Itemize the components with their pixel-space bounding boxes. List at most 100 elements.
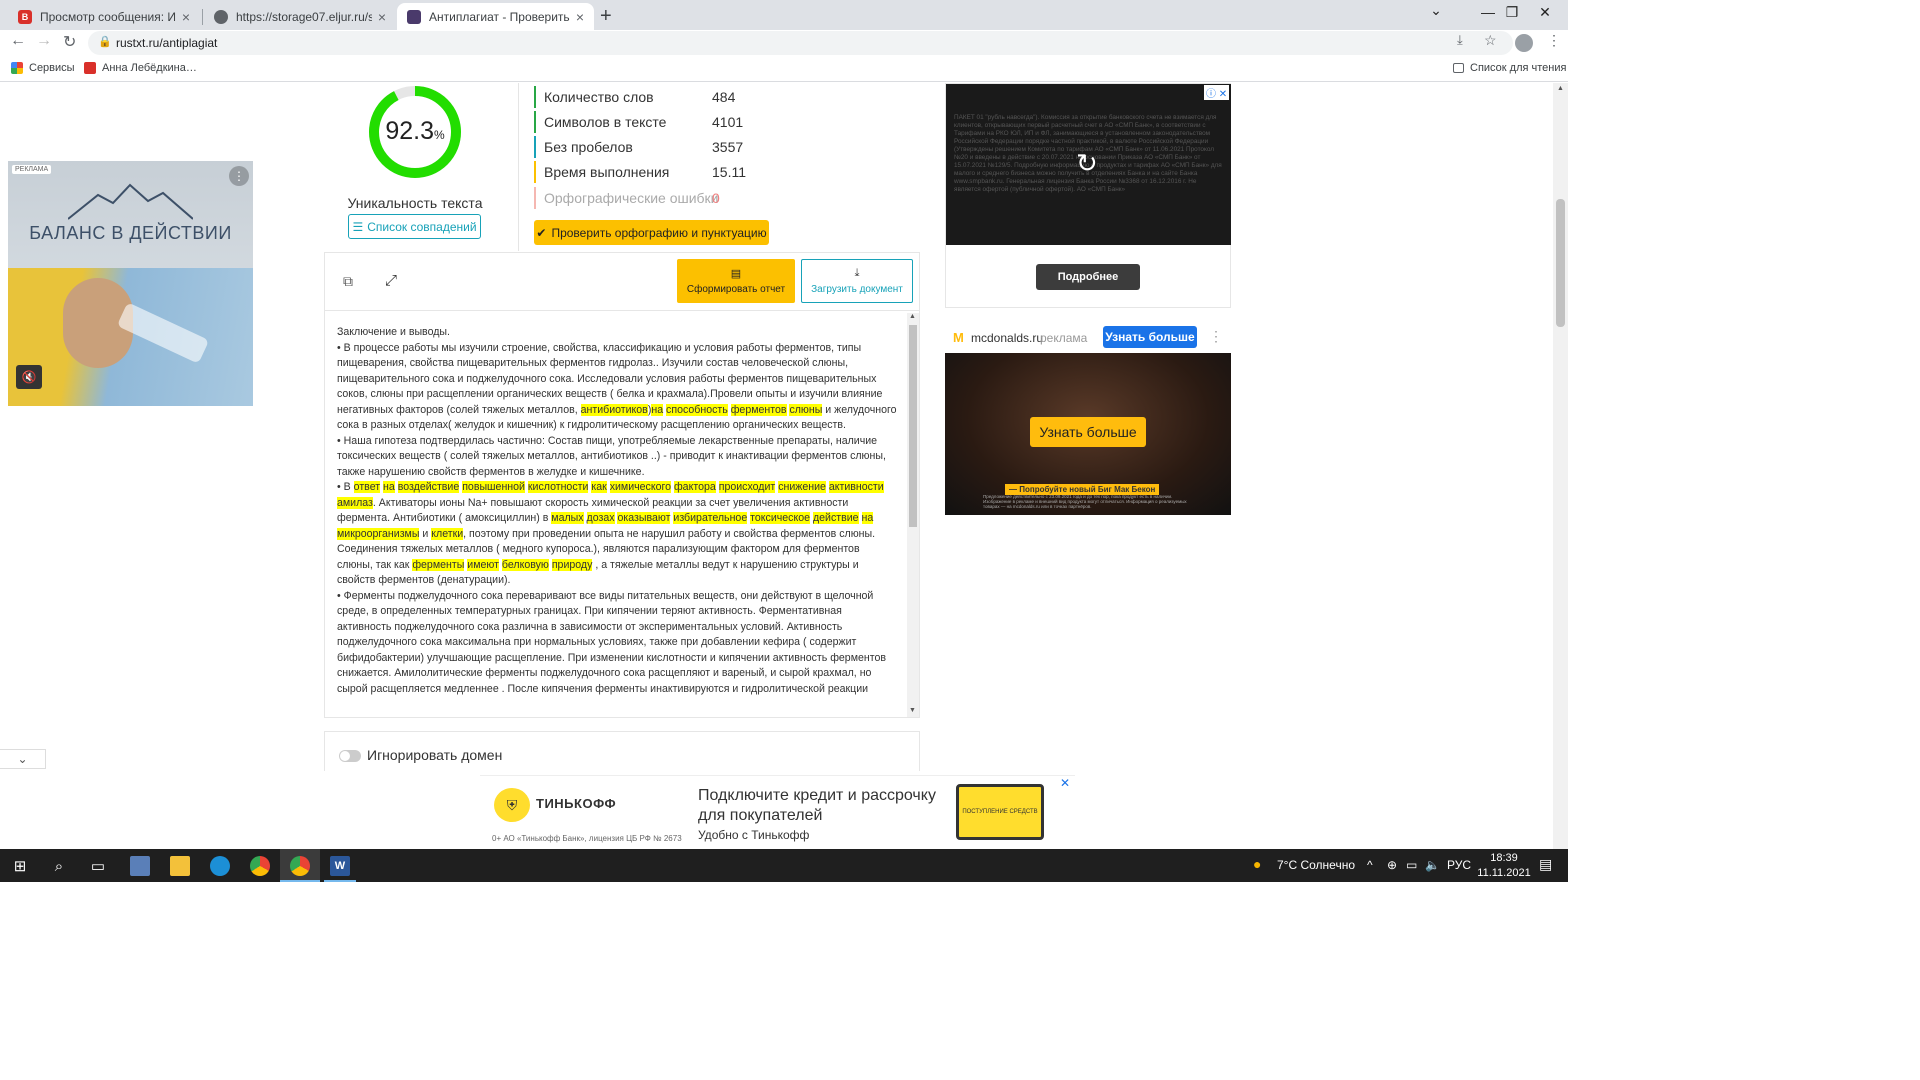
weather-text[interactable]: 7°C Солнечно <box>1277 858 1355 872</box>
highlighted-match[interactable]: химического <box>609 481 672 493</box>
app-icon[interactable] <box>130 856 150 876</box>
chevron-down-icon[interactable]: ⌄ <box>0 749 46 769</box>
highlighted-match[interactable]: активности <box>828 481 884 493</box>
ignore-domain-toggle[interactable] <box>339 750 361 762</box>
bookmark-apps[interactable]: Сервисы <box>11 62 75 74</box>
highlighted-match[interactable]: ферментов <box>730 403 787 416</box>
notifications-icon[interactable]: ▤ <box>1539 856 1552 873</box>
highlighted-match[interactable]: амилаз <box>337 496 373 509</box>
matches-list-button[interactable]: ☰ Список совпадений <box>348 214 481 239</box>
fullscreen-icon[interactable]: ⤢ <box>385 272 397 289</box>
highlighted-match[interactable]: фактора <box>673 481 716 493</box>
clock-date[interactable]: 11.11.2021 <box>1474 867 1534 879</box>
highlighted-match[interactable]: белковую <box>501 558 549 571</box>
ad-info-close-icon[interactable]: ⓘ ✕ <box>1204 85 1230 100</box>
edge-icon[interactable] <box>210 856 230 876</box>
mcd-learn-more-button[interactable]: Узнать больше <box>1103 326 1197 348</box>
highlighted-match[interactable]: имеют <box>467 558 499 571</box>
install-app-icon[interactable]: ⤓ <box>1457 32 1463 48</box>
ad-options-icon[interactable]: ⋮ <box>229 166 249 186</box>
tab-search-icon[interactable]: ⌄ <box>1413 2 1459 19</box>
search-icon[interactable]: ⌕ <box>49 856 69 876</box>
bookmark-anna[interactable]: Анна Лебёдкина… <box>84 62 197 74</box>
mcd-domain[interactable]: mcdonalds.ru <box>971 331 1043 345</box>
highlighted-match[interactable]: малых <box>551 512 584 524</box>
highlighted-match[interactable]: снижение <box>778 481 826 493</box>
copy-icon[interactable]: ⧉ <box>343 273 353 290</box>
highlighted-match[interactable]: воздействие <box>397 481 460 493</box>
checked-text[interactable]: Заключение и выводы. • В процессе работы … <box>337 325 897 714</box>
volume-icon[interactable]: 🔈 <box>1425 858 1440 872</box>
editor-scroll-thumb[interactable] <box>909 325 917 527</box>
address-bar[interactable]: 🔒 rustxt.ru/antiplagiat <box>88 31 1513 55</box>
tray-chevron-icon[interactable]: ^ <box>1367 858 1373 872</box>
highlighted-match[interactable]: на <box>861 512 874 524</box>
forward-icon[interactable]: → <box>36 32 52 50</box>
mcd-cta-button[interactable]: Узнать больше <box>1030 417 1146 447</box>
mcd-options-icon[interactable]: ⋮ <box>1209 328 1223 345</box>
highlighted-match[interactable]: действие <box>812 512 859 524</box>
replay-icon[interactable]: ↻ <box>1076 148 1098 179</box>
highlighted-match[interactable]: на <box>383 481 395 493</box>
reload-icon[interactable]: ↻ <box>63 32 76 52</box>
tinkoff-ad[interactable]: ⛨ ТИНЬКОФФ 0+ АО «Тинькофф Банк», лиценз… <box>480 775 1075 849</box>
ad-close-icon[interactable]: ✕ <box>1060 776 1070 790</box>
close-icon[interactable]: × <box>576 9 584 25</box>
tab-storage[interactable]: https://storage07.eljur.ru/storage × <box>204 3 396 30</box>
highlighted-match[interactable]: слюны <box>789 403 823 416</box>
profile-icon[interactable] <box>1515 34 1533 52</box>
highlighted-match[interactable]: токсическое <box>750 512 811 524</box>
highlighted-match[interactable]: повышенной <box>462 481 525 493</box>
bookmark-star-icon[interactable]: ☆ <box>1484 32 1497 49</box>
battery-icon[interactable]: ▭ <box>1406 858 1417 872</box>
highlighted-match[interactable]: антибиотиков <box>580 403 648 416</box>
highlighted-match[interactable]: способность <box>666 403 728 416</box>
reading-list[interactable]: Список для чтения <box>1453 62 1566 74</box>
scroll-up-icon[interactable]: ▲ <box>909 313 916 320</box>
window-close-button[interactable]: ✕ <box>1522 4 1568 21</box>
mute-icon[interactable]: 🔇 <box>16 365 42 389</box>
left-ad-banner[interactable]: РЕКЛАМА БАЛАНС В ДЕЙСТВИИ ⋮ 🔇 <box>8 161 253 406</box>
back-icon[interactable]: ← <box>10 32 26 50</box>
language-indicator[interactable]: РУС <box>1447 858 1471 872</box>
highlighted-match[interactable]: оказывают <box>617 512 671 524</box>
tab-antiplagiat[interactable]: Антиплагиат - Проверить уника × <box>397 3 594 30</box>
scroll-down-icon[interactable]: ▼ <box>909 707 916 714</box>
highlighted-match[interactable]: природу <box>551 558 593 571</box>
close-icon[interactable]: × <box>378 9 386 25</box>
mcd-ad-image[interactable]: Узнать больше — Попробуйте новый Биг Мак… <box>945 353 1231 515</box>
windows-start-icon[interactable]: ⊞ <box>10 856 30 876</box>
file-explorer-icon[interactable] <box>170 856 190 876</box>
chrome-active-icon[interactable] <box>290 856 310 876</box>
highlighted-match[interactable]: клетки <box>431 527 464 540</box>
highlighted-match[interactable]: происходит <box>718 481 776 493</box>
page-scrollbar[interactable]: ▲ <box>1553 83 1568 849</box>
tab-mail[interactable]: В Просмотр сообщения: Итог раб × <box>8 3 200 30</box>
close-icon[interactable]: × <box>182 9 190 25</box>
highlighted-match[interactable]: ферменты <box>412 558 465 571</box>
chrome-icon[interactable] <box>250 856 270 876</box>
bank-ad-more-button[interactable]: Подробнее <box>1036 264 1140 290</box>
page-scroll-thumb[interactable] <box>1556 199 1565 327</box>
highlighted-match[interactable]: кислотности <box>527 481 589 493</box>
task-view-icon[interactable]: ▭ <box>88 856 108 876</box>
editor-scrollbar[interactable]: ▲ ▼ <box>907 313 919 717</box>
generate-report-button[interactable]: ▤ Сформировать отчет <box>677 259 795 303</box>
bank-ad[interactable]: ПАКЕТ 01 "рубль навсегда"). Комиссия за … <box>945 83 1231 308</box>
highlighted-match[interactable]: как <box>591 481 607 493</box>
clock-time[interactable]: 18:39 <box>1485 852 1523 864</box>
highlighted-match[interactable]: дозах <box>586 512 615 524</box>
scroll-up-icon[interactable]: ▲ <box>1557 85 1564 92</box>
highlighted-match[interactable]: микроорганизмы <box>337 527 420 540</box>
upload-document-button[interactable]: ⤓ Загрузить документ <box>801 259 913 303</box>
url-text[interactable]: rustxt.ru/antiplagiat <box>116 36 217 50</box>
check-spelling-button[interactable]: ✔ Проверить орфографию и пунктуацию <box>534 220 769 245</box>
mail-favicon-icon <box>84 62 96 74</box>
new-tab-button[interactable]: + <box>600 5 612 28</box>
menu-icon[interactable]: ⋮ <box>1547 32 1561 49</box>
highlighted-match[interactable]: избирательное <box>673 512 748 524</box>
highlighted-match[interactable]: ответ <box>353 481 381 493</box>
word-icon[interactable]: W <box>330 856 350 876</box>
highlighted-match[interactable]: на <box>651 403 664 416</box>
network-icon[interactable]: ⊕ <box>1387 858 1397 872</box>
